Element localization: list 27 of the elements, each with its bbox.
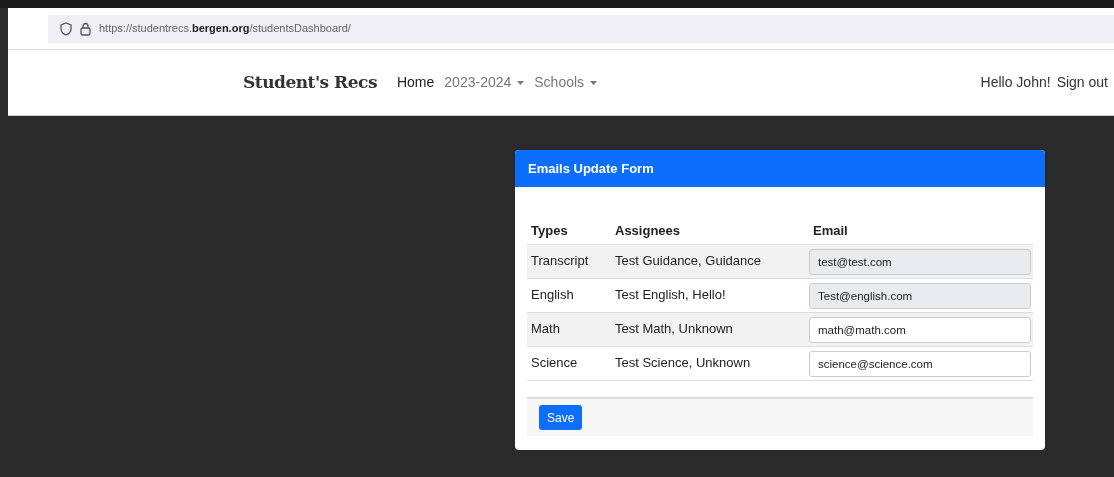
dropdown-menu[interactable]: Schools xyxy=(534,72,598,93)
table-cell-text: Transcript xyxy=(530,252,590,270)
dropdown-menu[interactable]: 2023-2024 xyxy=(444,72,525,93)
email-field[interactable]: math@math.com xyxy=(809,316,1031,343)
table-cell-text: Test English, Hello! xyxy=(614,286,727,304)
caret-icon xyxy=(517,80,525,85)
column-header: Types xyxy=(530,221,569,240)
table-cell-text: Test Science, Unknown xyxy=(614,354,752,372)
greeting-text: Hello John! xyxy=(980,73,1051,92)
address-bar[interactable]: https://studentrecs.bergen.org/studentsDashboard/ xyxy=(48,14,1114,43)
url-text: https://studentrecs.bergen.org/studentsDashboard/ xyxy=(99,21,351,37)
nav-link[interactable]: Home xyxy=(396,72,435,93)
email-field[interactable]: science@science.com xyxy=(809,350,1031,377)
caret-icon xyxy=(590,80,598,85)
shield-icon xyxy=(60,21,72,36)
table-cell-text: Science xyxy=(530,354,579,372)
lock-icon xyxy=(80,21,91,36)
brand-logo[interactable]: Student's Recs xyxy=(243,69,377,96)
table-cell-text: Test Math, Unknown xyxy=(614,320,734,338)
column-header: Email xyxy=(812,221,849,240)
column-header: Assignees xyxy=(614,221,682,240)
sign-out-link[interactable]: Sign out xyxy=(1056,72,1108,93)
table-cell-text: Test Guidance, Guidance xyxy=(614,252,762,270)
table-cell-text: Math xyxy=(530,320,561,338)
save-button[interactable]: Save xyxy=(539,405,583,430)
card-title: Emails Update Form xyxy=(528,159,654,178)
table-cell-text: English xyxy=(530,286,575,304)
